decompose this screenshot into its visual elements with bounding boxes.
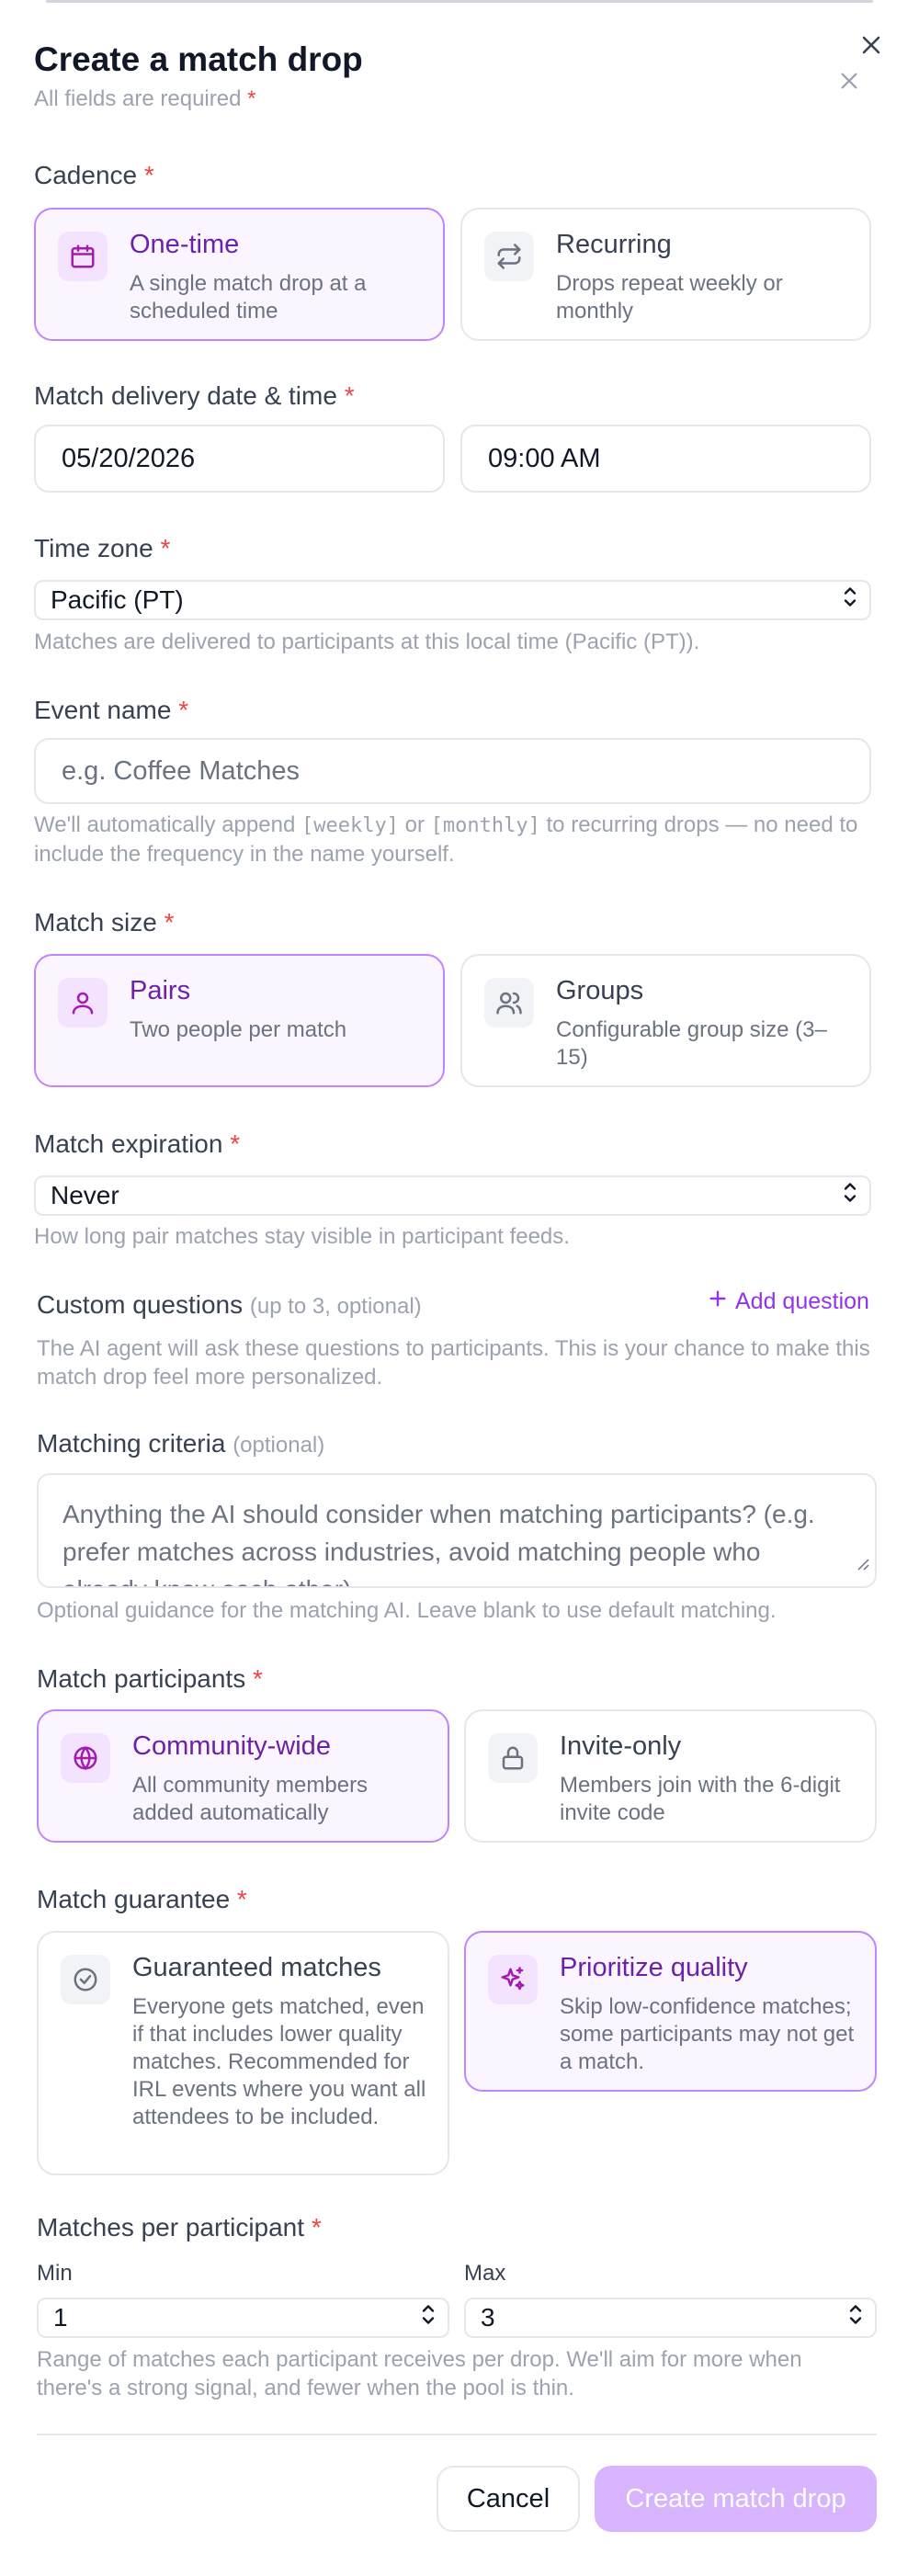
min-select[interactable]: 1 <box>37 2298 449 2338</box>
timezone-select[interactable]: Pacific (PT) <box>34 580 871 620</box>
date-input[interactable]: 05/20/2026 <box>34 425 445 493</box>
option-title: Prioritize quality <box>560 1953 748 1982</box>
participants-label: Match participants * <box>37 1664 263 1693</box>
calendar-icon <box>58 232 108 281</box>
event-name-help: We'll automatically append [weekly] or [… <box>34 812 858 867</box>
option-title: Pairs <box>130 976 191 1005</box>
chevron-updown-icon <box>842 585 858 616</box>
criteria-textarea[interactable]: Anything the AI should consider when mat… <box>37 1473 877 1588</box>
expiration-help: How long pair matches stay visible in pa… <box>34 1224 570 1249</box>
drag-handle <box>46 0 873 3</box>
guarantee-option-prioritize-quality[interactable]: Prioritize quality Skip low-confidence m… <box>464 1931 877 2092</box>
timezone-help: Matches are delivered to participants at… <box>34 630 700 654</box>
time-input[interactable]: 09:00 AM <box>460 425 871 493</box>
guarantee-label: Match guarantee * <box>37 1885 247 1913</box>
option-title: Community-wide <box>132 1731 331 1761</box>
participants-option-community-wide[interactable]: Community-wide All community members add… <box>37 1709 449 1843</box>
min-label: Min <box>37 2261 73 2286</box>
option-description: Two people per match <box>130 1017 347 1042</box>
plus-icon <box>708 1288 728 1315</box>
guarantee-option-guaranteed[interactable]: Guaranteed matches Everyone gets matched… <box>37 1931 449 2175</box>
option-description: Configurable group size (3–15) <box>556 1017 827 1070</box>
close-icon[interactable] <box>856 29 887 61</box>
criteria-help: Optional guidance for the matching AI. L… <box>37 1598 777 1623</box>
add-question-button[interactable]: Add question <box>708 1288 869 1315</box>
cadence-option-one-time[interactable]: One-time A single match drop at a schedu… <box>34 208 445 341</box>
delivery-label: Match delivery date & time * <box>34 381 355 410</box>
close-dialog-icon[interactable] <box>834 65 865 96</box>
option-title: Groups <box>556 976 644 1005</box>
chevron-updown-icon <box>420 2303 437 2333</box>
cadence-label: Cadence * <box>34 161 154 189</box>
timezone-label: Time zone * <box>34 534 171 562</box>
option-description: Everyone gets matched, even if that incl… <box>132 1994 426 2129</box>
option-description: Drops repeat weekly or monthly <box>556 271 783 323</box>
option-description: Skip low-confidence matches; some partic… <box>560 1994 855 2074</box>
per-participant-help: Range of matches each participant receiv… <box>37 2347 802 2400</box>
match-size-label: Match size * <box>34 908 175 936</box>
expiration-select[interactable]: Never <box>34 1175 871 1216</box>
check-circle-icon <box>61 1955 110 2004</box>
globe-icon <box>61 1733 110 1783</box>
cancel-button[interactable]: Cancel <box>437 2466 580 2532</box>
sparkles-icon <box>488 1955 538 2004</box>
dialog-title: Create a match drop <box>34 40 363 78</box>
repeat-icon <box>484 232 534 281</box>
option-description: A single match drop at a scheduled time <box>130 271 367 323</box>
option-title: Invite-only <box>560 1731 682 1761</box>
expiration-label: Match expiration * <box>34 1129 241 1158</box>
option-title: One-time <box>130 230 240 259</box>
dialog-subtitle: All fields are required * <box>34 86 256 111</box>
match-size-option-groups[interactable]: Groups Configurable group size (3–15) <box>460 954 871 1087</box>
lock-icon <box>488 1733 538 1783</box>
resize-grip-icon[interactable] <box>855 1543 869 1581</box>
option-description: All community members added automaticall… <box>132 1773 369 1825</box>
event-name-label: Event name * <box>34 696 189 724</box>
option-description: Members join with the 6-digit invite cod… <box>560 1773 841 1825</box>
cadence-option-recurring[interactable]: Recurring Drops repeat weekly or monthly <box>460 208 871 341</box>
chevron-updown-icon <box>842 1181 858 1211</box>
custom-questions-help: The AI agent will ask these questions to… <box>37 1336 870 1390</box>
per-participant-label: Matches per participant * <box>37 2213 322 2241</box>
participants-option-invite-only[interactable]: Invite-only Members join with the 6-digi… <box>464 1709 877 1843</box>
custom-questions-label: Custom questions (up to 3, optional) <box>37 1290 422 1319</box>
option-title: Guaranteed matches <box>132 1953 381 1982</box>
max-select[interactable]: 3 <box>464 2298 877 2338</box>
chevron-updown-icon <box>847 2303 864 2333</box>
criteria-label: Matching criteria (optional) <box>37 1429 325 1458</box>
match-size-option-pairs[interactable]: Pairs Two people per match <box>34 954 445 1087</box>
users-icon <box>484 978 534 1027</box>
person-icon <box>58 978 108 1027</box>
event-name-input[interactable]: e.g. Coffee Matches <box>34 738 871 804</box>
footer-divider <box>37 2434 877 2435</box>
option-title: Recurring <box>556 230 672 259</box>
create-match-drop-button[interactable]: Create match drop <box>595 2466 877 2532</box>
max-label: Max <box>464 2261 506 2286</box>
